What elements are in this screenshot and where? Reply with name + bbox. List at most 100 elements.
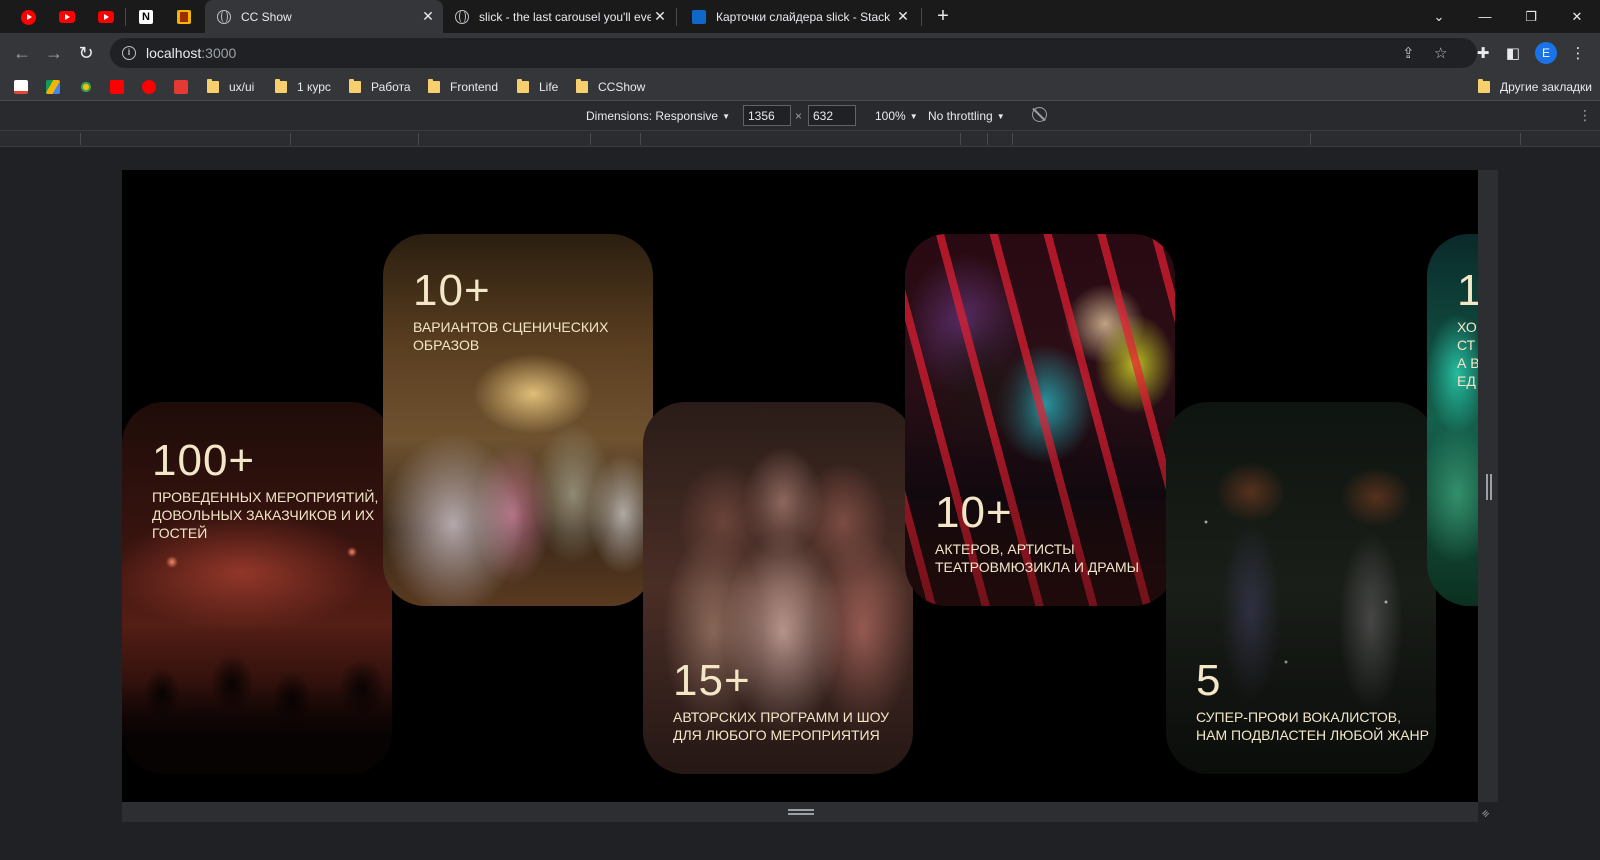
folder-icon [1478, 79, 1490, 93]
bookmark-star-icon[interactable]: ☆ [1434, 44, 1447, 62]
other-bookmarks[interactable]: Другие закладки [1478, 73, 1592, 101]
side-panel-icon[interactable]: ◧ [1503, 43, 1523, 63]
tab-strip: N CC Show ✕ slick - the last carousel yo… [0, 0, 1600, 33]
tab-separator [125, 8, 126, 26]
bookmark-label: 1 курс [297, 80, 331, 94]
folder-icon [576, 79, 588, 93]
new-tab-button[interactable]: + [930, 4, 956, 30]
rotate-icon[interactable] [1032, 107, 1047, 122]
reload-button[interactable]: ↻ [72, 39, 100, 67]
close-tab-icon[interactable]: ✕ [651, 8, 669, 25]
address-host: localhost [146, 45, 202, 61]
emulated-viewport: 100+ проведенных мероприятий, довольных … [122, 170, 1478, 802]
resize-handle-horizontal-icon[interactable] [788, 809, 814, 815]
folder-icon [207, 79, 219, 93]
bookmark-folder-life[interactable]: Life [517, 73, 558, 101]
dimensions-dropdown[interactable]: Dimensions: Responsive ▼ [586, 109, 730, 123]
tab-search-button[interactable]: ⌄ [1416, 0, 1462, 33]
bookmark-label: Другие закладки [1500, 80, 1592, 94]
media-query-ruler[interactable] [0, 131, 1600, 147]
zoom-label: 100% [875, 109, 906, 123]
throttling-dropdown[interactable]: No throttling ▼ [928, 109, 1005, 123]
globe-icon [217, 9, 231, 24]
bookmark-label: CCShow [598, 80, 646, 94]
site-info-icon[interactable]: i [122, 46, 136, 60]
books-icon [177, 10, 191, 24]
bookmark-folder-1-kurs[interactable]: 1 курс [275, 73, 331, 101]
youtube-icon[interactable] [110, 80, 124, 94]
tab-title: CC Show [241, 9, 292, 24]
bookmark-label: Frontend [450, 80, 499, 94]
stat-caption: вариантов сценических образов [413, 319, 609, 353]
tab-cc-show[interactable]: CC Show ✕ [205, 0, 443, 33]
close-tab-icon[interactable]: ✕ [894, 8, 912, 25]
address-port: :3000 [201, 45, 237, 61]
pinned-tab-youtube[interactable] [53, 5, 81, 29]
stat-card[interactable]: 10+ актеров, артисты театровмюзикла и др… [905, 234, 1175, 606]
stat-caption: супер-профи вокалистов, нам подвластен л… [1196, 709, 1429, 743]
caret-down-icon: ▼ [909, 112, 918, 121]
stat-caption: авторских программ и шоу для любого меро… [673, 709, 890, 743]
google-drive-icon[interactable] [46, 80, 60, 94]
bookmark-folder-ccshow[interactable]: CCShow [576, 73, 645, 101]
bookmark-folder-rabota[interactable]: Работа [349, 73, 411, 101]
stat-caption: хо ста вед [1457, 319, 1478, 389]
tab-stackoverflow[interactable]: Карточки слайдера slick - Stack Overflow… [680, 0, 918, 33]
todoist-icon[interactable] [174, 80, 188, 94]
pinned-tab-books[interactable] [170, 5, 198, 29]
stat-number: 100+ [152, 436, 256, 485]
bookmark-folder-frontend[interactable]: Frontend [428, 73, 498, 101]
youtube-icon [59, 11, 75, 23]
tab-separator [676, 8, 677, 26]
youtube-music-icon [20, 9, 36, 25]
tab-title: slick - the last carousel you'll ever ne… [479, 9, 651, 24]
google-podcasts-icon[interactable] [79, 80, 93, 94]
pinned-tab-youtube-music[interactable] [14, 5, 42, 29]
stat-card[interactable]: 5 супер-профи вокалистов, нам подвластен… [1166, 402, 1436, 774]
folder-icon [428, 79, 440, 93]
gmail-icon[interactable] [14, 80, 28, 94]
pinned-tab-youtube-2[interactable] [92, 5, 120, 29]
tab-slick[interactable]: slick - the last carousel you'll ever ne… [443, 0, 675, 33]
resize-handle-vertical-icon[interactable] [1486, 474, 1492, 500]
stat-caption: проведенных мероприятий, довольных заказ… [152, 489, 379, 541]
browser-toolbar: ← → ↻ i localhost:3000 ⇪ ☆ ✚ ◧ E ⋮ [0, 33, 1600, 73]
close-tab-icon[interactable]: ✕ [419, 8, 437, 25]
tab-separator [921, 8, 922, 26]
stat-card[interactable]: 1 хо ста вед [1427, 234, 1478, 606]
viewport-height-input[interactable] [808, 105, 856, 126]
stat-number: 15+ [673, 656, 751, 705]
pinned-tab-notion[interactable]: N [132, 5, 160, 29]
viewport-width-input[interactable] [743, 105, 791, 126]
stat-card[interactable]: 15+ авторских программ и шоу для любого … [643, 402, 913, 774]
minimize-button[interactable]: — [1462, 0, 1508, 33]
caret-down-icon: ▼ [996, 112, 1005, 121]
forward-button[interactable]: → [40, 39, 68, 67]
stat-card[interactable]: 10+ вариантов сценических образов [383, 234, 653, 606]
stat-caption: актеров, артисты театровмюзикла и драмы [935, 541, 1140, 575]
resize-corner-icon[interactable]: ≡ [1480, 804, 1497, 820]
bookmark-folder-uxui[interactable]: ux/ui [207, 73, 254, 101]
bookmark-label: Работа [371, 80, 411, 94]
share-icon[interactable]: ⇪ [1402, 44, 1415, 62]
address-bar[interactable]: i localhost:3000 [110, 38, 1477, 68]
bookmarks-bar: ux/ui 1 курс Работа Frontend Life CCShow… [0, 73, 1600, 101]
tab-title: Карточки слайдера slick - Stack Overflow [716, 9, 894, 24]
stackoverflow-icon [692, 9, 706, 24]
device-toolbar-menu-icon[interactable]: ⋮ [1578, 107, 1592, 124]
zoom-dropdown[interactable]: 100% ▼ [875, 109, 918, 123]
profile-avatar[interactable]: E [1535, 42, 1557, 64]
youtube-music-icon[interactable] [142, 80, 156, 94]
folder-icon [517, 79, 529, 93]
extensions-icon[interactable]: ✚ [1473, 43, 1493, 63]
browser-menu-icon[interactable]: ⋮ [1568, 43, 1588, 63]
throttling-label: No throttling [928, 109, 993, 123]
restore-button[interactable]: ❐ [1508, 0, 1554, 33]
bookmark-label: Life [539, 80, 559, 94]
close-window-button[interactable]: ✕ [1554, 0, 1600, 33]
stat-card[interactable]: 100+ проведенных мероприятий, довольных … [122, 402, 392, 774]
youtube-icon [98, 11, 114, 23]
folder-icon [275, 79, 287, 93]
back-button[interactable]: ← [8, 39, 36, 67]
notion-icon: N [139, 10, 153, 24]
